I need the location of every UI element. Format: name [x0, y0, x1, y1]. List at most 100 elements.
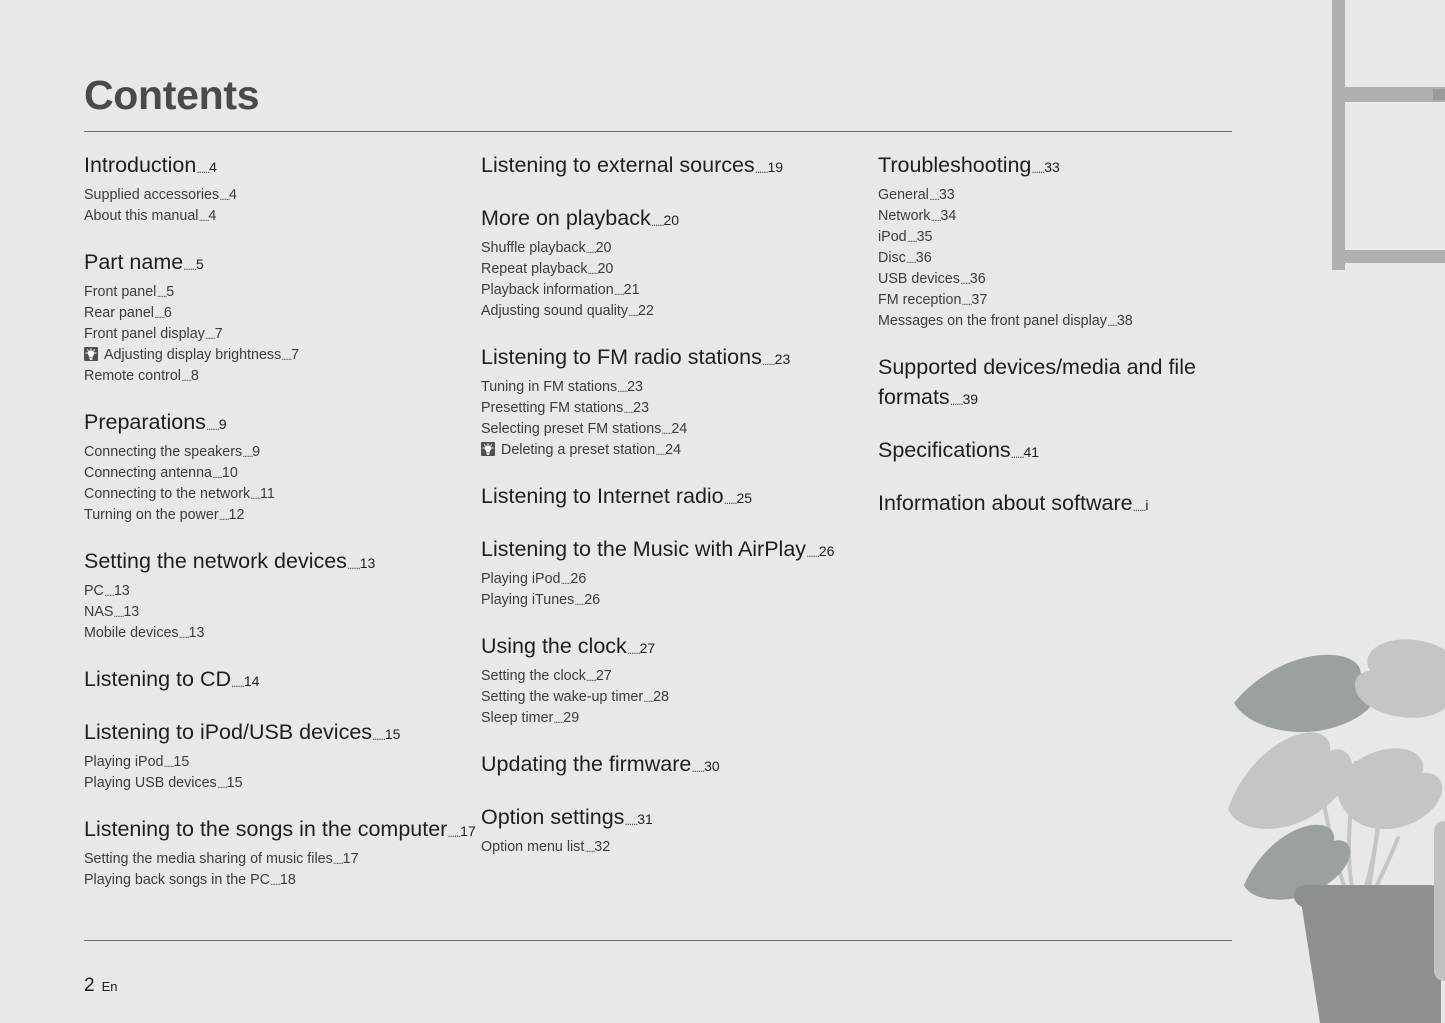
toc-subitem-label: Network: [878, 208, 931, 224]
toc-subitem-entry[interactable]: Disc......36: [878, 248, 1273, 269]
toc-subitem-label: Deleting a preset station: [501, 442, 656, 458]
toc-group: Preparations......9 Connecting the speake…: [84, 407, 479, 526]
dot-leader: ......: [643, 693, 654, 705]
toc-heading-entry[interactable]: Listening to Internet radio......25: [481, 481, 876, 514]
dot-leader: ......: [761, 354, 776, 368]
toc-heading-label: Listening to iPod/USB devices: [84, 720, 373, 744]
toc-subitem-page-number: 24: [671, 421, 688, 437]
toc-subitem-page-number: 20: [597, 261, 614, 277]
dot-leader: ......: [655, 446, 666, 458]
toc-heading-entry[interactable]: Information about software......i: [878, 488, 1273, 521]
toc-subitem-entry[interactable]: About this manual......4: [84, 206, 479, 227]
toc-subitem-text-wrap: Setting the wake-up timer......28: [481, 687, 669, 708]
toc-group: Setting the network devices......13 PC...…: [84, 546, 479, 644]
toc-heading-entry[interactable]: Introduction......4: [84, 150, 479, 183]
toc-subitem-entry[interactable]: Presetting FM stations......23: [481, 398, 876, 419]
toc-heading-entry[interactable]: Supported devices/media and file formats…: [878, 352, 1273, 415]
toc-subitem-text-wrap: Remote control......8: [84, 366, 199, 387]
toc-subitem-entry[interactable]: Setting the wake-up timer......28: [481, 687, 876, 708]
toc-heading-entry[interactable]: Setting the network devices......13: [84, 546, 479, 579]
toc-subitem-entry[interactable]: Adjusting display brightness......7: [84, 345, 479, 366]
toc-subitem-entry[interactable]: Front panel display......7: [84, 324, 479, 345]
toc-subitem-text-wrap: Option menu list......32: [481, 837, 610, 858]
toc-subitem-entry[interactable]: Selecting preset FM stations......24: [481, 419, 876, 440]
toc-subitem-entry[interactable]: Tuning in FM stations......23: [481, 377, 876, 398]
toc-group: Introduction......4 Supplied accessories.…: [84, 150, 479, 227]
dot-leader: ......: [163, 758, 174, 770]
toc-subitem-entry[interactable]: Option menu list......32: [481, 837, 876, 858]
toc-subitem-label: Playing iPod: [481, 571, 561, 587]
dot-leader: ......: [723, 493, 738, 507]
toc-subitem-entry[interactable]: Sleep timer......29: [481, 708, 876, 729]
toc-subitem-entry[interactable]: USB devices......36: [878, 269, 1273, 290]
toc-heading-entry[interactable]: Part name......5: [84, 247, 479, 280]
toc-heading-entry[interactable]: Troubleshooting......33: [878, 150, 1273, 183]
toc-subitem-entry[interactable]: Playing USB devices......15: [84, 773, 479, 794]
dot-leader: ......: [691, 761, 705, 775]
toc-subitem-label: Adjusting sound quality: [481, 303, 629, 319]
toc-subitem-text-wrap: Deleting a preset station......24: [501, 440, 681, 461]
toc-subitem-entry[interactable]: Playback information......21: [481, 280, 876, 301]
toc-subitem-entry[interactable]: Deleting a preset station......24: [481, 440, 876, 461]
toc-heading-label: Listening to CD: [84, 667, 231, 691]
toc-subitem-text-wrap: iPod......35: [878, 227, 932, 248]
toc-heading-entry[interactable]: Listening to iPod/USB devices......15: [84, 717, 479, 750]
toc-subitem-entry[interactable]: Connecting antenna......10: [84, 463, 479, 484]
toc-heading-entry[interactable]: Using the clock......27: [481, 631, 876, 664]
dot-leader: ......: [103, 587, 115, 599]
toc-subitem-entry[interactable]: Shuffle playback......20: [481, 238, 876, 259]
toc-subitem-list: Tuning in FM stations......23 Presetting …: [481, 377, 876, 461]
dot-leader: ......: [617, 383, 628, 395]
toc-subitem-entry[interactable]: Mobile devices......13: [84, 623, 479, 644]
toc-heading-entry[interactable]: More on playback......20: [481, 203, 876, 236]
toc-subitem-entry[interactable]: Connecting the speakers......9: [84, 442, 479, 463]
toc-heading-entry[interactable]: Listening to FM radio stations......23: [481, 342, 876, 375]
toc-subitem-entry[interactable]: Rear panel......6: [84, 303, 479, 324]
toc-heading-label: Part name: [84, 250, 184, 274]
toc-subitem-entry[interactable]: Remote control......8: [84, 366, 479, 387]
toc-subitem-page-number: 24: [665, 442, 682, 458]
toc-subitem-entry[interactable]: Front panel......5: [84, 282, 479, 303]
toc-heading-label: Information about software: [878, 491, 1133, 515]
toc-subitem-entry[interactable]: Connecting to the network......11: [84, 484, 479, 505]
toc-heading-entry[interactable]: Listening to external sources......19: [481, 150, 876, 183]
toc-subitem-entry[interactable]: iPod......35: [878, 227, 1273, 248]
toc-subitem-entry[interactable]: General......33: [878, 185, 1273, 206]
toc-subitem-label: Repeat playback: [481, 261, 588, 277]
toc-subitem-text-wrap: About this manual......4: [84, 206, 216, 227]
toc-subitem-page-number: 37: [971, 292, 988, 308]
toc-subitem-entry[interactable]: PC......13: [84, 581, 479, 602]
toc-subitem-entry[interactable]: Messages on the front panel display.....…: [878, 311, 1273, 332]
toc-subitem-list: Setting the media sharing of music files…: [84, 849, 479, 891]
toc-subitem-entry[interactable]: Supplied accessories......4: [84, 185, 479, 206]
toc-subitem-entry[interactable]: NAS......13: [84, 602, 479, 623]
toc-subitem-page-number: 13: [188, 625, 205, 641]
toc-subitem-entry[interactable]: Playing iPod......26: [481, 569, 876, 590]
toc-subitem-entry[interactable]: Setting the media sharing of music files…: [84, 849, 479, 870]
toc-heading-entry[interactable]: Preparations......9: [84, 407, 479, 440]
toc-heading-entry[interactable]: Listening to CD......14: [84, 664, 479, 697]
column-middle: Listening to external sources......19 Mor…: [481, 150, 876, 891]
toc-subitem-entry[interactable]: Playing back songs in the PC......18: [84, 870, 479, 891]
toc-heading-entry[interactable]: Listening to the Music with AirPlay.....…: [481, 534, 876, 567]
toc-subitem-list: Connecting the speakers......9 Connecting…: [84, 442, 479, 526]
toc-group: Information about software......i: [878, 488, 1273, 521]
toc-subitem-entry[interactable]: Adjusting sound quality......22: [481, 301, 876, 322]
toc-subitem-entry[interactable]: Playing iTunes......26: [481, 590, 876, 611]
toc-subitem-entry[interactable]: Setting the clock......27: [481, 666, 876, 687]
column-right: Troubleshooting......33 General......33 Ne…: [878, 150, 1273, 891]
toc-heading-entry[interactable]: Specifications......41: [878, 435, 1273, 468]
toc-subitem-entry[interactable]: Playing iPod......15: [84, 752, 479, 773]
dot-leader: ......: [1106, 317, 1118, 329]
toc-subitem-entry[interactable]: FM reception......37: [878, 290, 1273, 311]
toc-heading-entry[interactable]: Listening to the songs in the computer..…: [84, 814, 479, 847]
toc-subitem-entry[interactable]: Repeat playback......20: [481, 259, 876, 280]
toc-subitem-label: Playing USB devices: [84, 775, 217, 791]
toc-subitem-entry[interactable]: Turning on the power......12: [84, 505, 479, 526]
toc-subitem-text-wrap: FM reception......37: [878, 290, 987, 311]
toc-subitem-entry[interactable]: Network......34: [878, 206, 1273, 227]
toc-subitem-label: About this manual: [84, 208, 199, 224]
toc-heading-entry[interactable]: Option settings......31: [481, 802, 876, 835]
dot-leader: ......: [1010, 447, 1025, 461]
toc-heading-entry[interactable]: Updating the firmware......30: [481, 749, 876, 782]
